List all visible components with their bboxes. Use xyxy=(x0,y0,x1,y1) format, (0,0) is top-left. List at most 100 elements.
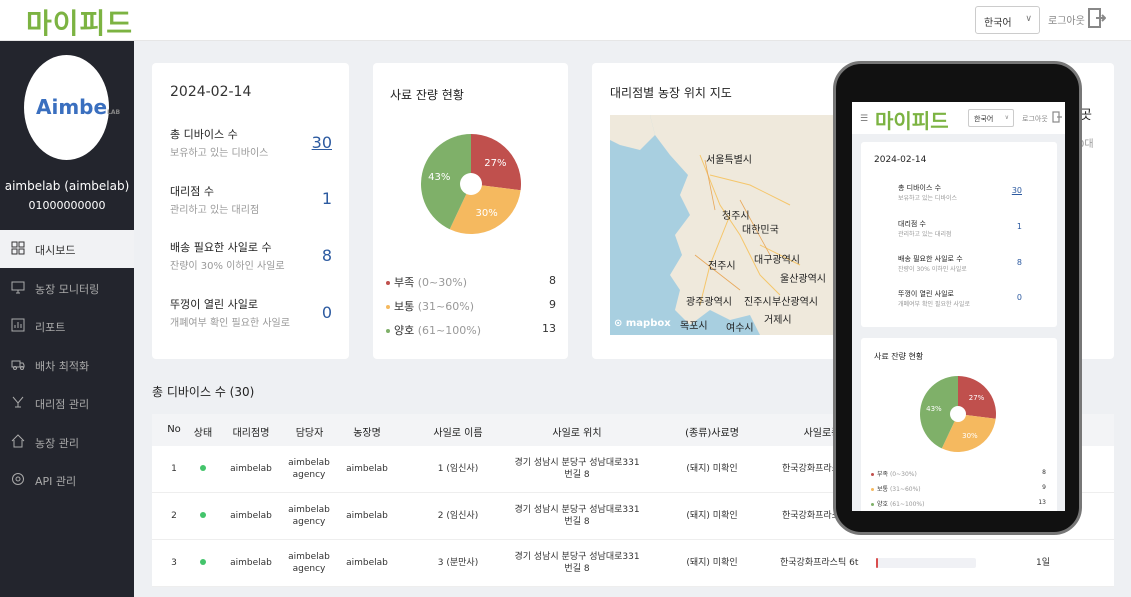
phone-summary-date: 2024-02-14 xyxy=(874,155,927,165)
phone-language-value: 한국어 xyxy=(974,115,994,123)
pie-slice-label: 27% xyxy=(484,158,506,169)
phone-feed-card: 사료 잔량 현황 27% 30% 43% 부족 (0~30%) 8 보통 (31~60… xyxy=(861,338,1057,511)
column-header[interactable]: 사일로 이름 xyxy=(428,424,488,439)
delivery-needed-count: 8 xyxy=(321,246,332,265)
cell-farm: aimbelab xyxy=(346,511,388,521)
phone-top-bar: ☰ 마이피드 한국어 ∨ 로그아웃 xyxy=(852,102,1065,134)
open-lid-count: 0 xyxy=(321,303,332,322)
phone-stat-title: 총 디바이스 수 xyxy=(898,184,942,192)
cell-location: 경기 성남시 분당구 성남대로331 번길 8 xyxy=(514,458,640,480)
farm-map[interactable]: 서울특별시 대한민국 청주시 대구광역시 전주시 울산광역시 광주광역시 진주시… xyxy=(610,115,836,335)
status-dot xyxy=(200,512,206,518)
language-select[interactable]: 한국어 ∨ xyxy=(975,6,1040,34)
phone-language-select[interactable]: 한국어 ∨ xyxy=(968,109,1014,127)
legend-dot xyxy=(871,503,874,506)
map-label-ulsan: 울산광역시 xyxy=(780,274,826,285)
cell-days: 1일 xyxy=(1035,558,1050,568)
sidebar-item-label: 대리점 관리 xyxy=(35,398,90,411)
legend-range: (0~30%) xyxy=(417,276,467,289)
legend-name: 양호 xyxy=(877,501,889,508)
phone-legend-item: 보통 (31~60%) 9 xyxy=(871,484,1046,493)
feed-level-bar xyxy=(876,558,976,568)
cell-feed: (돼지) 미확인 xyxy=(686,511,738,521)
cell-location: 경기 성남시 분당구 성남대로331 번길 8 xyxy=(514,505,640,527)
app-logo[interactable]: 마이피드 xyxy=(26,2,133,42)
cell-feed: (돼지) 미확인 xyxy=(686,558,738,568)
legend-item: 부족 (0~30%) 8 xyxy=(386,274,556,290)
legend-name: 보통 xyxy=(877,486,889,493)
sidebar-item-report[interactable]: 리포트 xyxy=(0,307,134,345)
legend-range: (0~30%) xyxy=(889,471,917,478)
phone-summary-card: 2024-02-14 총 디바이스 수 보유하고 있는 디바이스 30 대리점 … xyxy=(861,142,1057,327)
sidebar-item-label: 농장 모니터링 xyxy=(35,283,100,296)
truck-icon xyxy=(11,360,25,370)
cell-silo: 2 (임신사) xyxy=(437,511,479,521)
phone-stat-title: 뚜껑이 열린 사일로 xyxy=(898,290,954,298)
sidebar-item-dashboard[interactable]: 대시보드 xyxy=(0,230,134,268)
feed-status-card: 사료 잔량 현황 27% 30% 43% 부족 (0~30%) 8 보통 (31~6… xyxy=(373,63,568,359)
dashboard-icon xyxy=(11,241,25,255)
cell-farm: aimbelab xyxy=(346,464,388,474)
table-row[interactable]: 3 aimbelab aimbelab agency aimbelab 3 (분… xyxy=(152,540,1114,587)
sidebar-item-label: 대시보드 xyxy=(35,244,76,257)
cell-silo-type: 한국강화프라스틱 6t xyxy=(780,558,859,568)
sidebar-item-farm[interactable]: 농장 관리 xyxy=(0,423,134,461)
sidebar-item-label: 배차 최적화 xyxy=(35,360,90,373)
column-header[interactable]: 담당자 xyxy=(287,424,332,439)
user-phone: 01000000000 xyxy=(28,199,106,212)
monitor-icon xyxy=(11,281,25,294)
column-header[interactable]: 대리점명 xyxy=(226,424,276,439)
summary-date: 2024-02-14 xyxy=(170,84,252,100)
phone-delivery-count: 8 xyxy=(1016,258,1022,267)
sidebar-item-dispatch[interactable]: 배차 최적화 xyxy=(0,346,134,384)
chevron-down-icon: ∨ xyxy=(1004,114,1009,121)
user-name: aimbelab (aimbelab) xyxy=(4,179,130,193)
summary-card: 2024-02-14 총 디바이스 수 보유하고 있는 디바이스 30 대리점 … xyxy=(152,63,349,359)
logout-icon[interactable] xyxy=(1052,111,1062,123)
cell-location: 경기 성남시 분당구 성남대로331 번길 8 xyxy=(514,552,640,574)
stat-title: 뚜껑이 열린 사일로 xyxy=(170,298,258,311)
feed-pie-chart: 27% 30% 43% xyxy=(421,134,521,234)
phone-legend-item: 부족 (0~30%) 8 xyxy=(871,469,1046,478)
column-header[interactable]: No xyxy=(164,424,184,435)
logout-icon[interactable] xyxy=(1088,8,1106,28)
pie-slice-label: 43% xyxy=(428,172,450,183)
legend-value: 9 xyxy=(549,298,556,311)
menu-icon[interactable]: ☰ xyxy=(860,114,868,124)
column-header[interactable]: (종류)사료명 xyxy=(677,424,747,439)
column-header[interactable]: 사일로 위치 xyxy=(522,424,632,439)
map-label-yeosu: 여수시 xyxy=(726,323,754,334)
api-icon xyxy=(12,473,24,485)
phone-pie-center-hole xyxy=(950,406,966,422)
stat-subtitle: 관리하고 있는 대리점 xyxy=(170,205,260,216)
cell-manager: aimbelab agency xyxy=(288,505,330,527)
cell-silo: 1 (임신사) xyxy=(437,464,479,474)
cell-silo: 3 (분만사) xyxy=(437,558,479,568)
phone-stat-subtitle: 보유하고 있는 디바이스 xyxy=(898,195,958,202)
sidebar-item-agency[interactable]: 대리점 관리 xyxy=(0,384,134,422)
stat-subtitle: 보유하고 있는 디바이스 xyxy=(170,148,269,159)
language-value: 한국어 xyxy=(984,18,1012,29)
phone-stat-subtitle: 개폐여부 확인 필요한 사일로 xyxy=(898,301,970,308)
sidebar-item-label: API 관리 xyxy=(35,475,77,488)
legend-dot xyxy=(871,473,874,476)
phone-pie-slice-label: 30% xyxy=(962,432,978,440)
pie-center-hole xyxy=(460,173,482,195)
legend-value: 8 xyxy=(1042,469,1046,476)
map-label-daegu: 대구광역시 xyxy=(754,255,800,266)
phone-device-count-link[interactable]: 30 xyxy=(1002,186,1022,195)
phone-logout-link[interactable]: 로그아웃 xyxy=(1022,114,1048,124)
cell-agency: aimbelab xyxy=(230,511,272,521)
column-header[interactable]: 농장명 xyxy=(344,424,390,439)
sidebar-item-api[interactable]: API 관리 xyxy=(0,461,134,499)
cell-manager: aimbelab agency xyxy=(288,552,330,574)
mapbox-logo[interactable]: ⊙ mapbox xyxy=(614,318,671,329)
sidebar-item-monitoring[interactable]: 농장 모니터링 xyxy=(0,269,134,307)
phone-logo[interactable]: 마이피드 xyxy=(875,105,949,134)
phone-pie-chart: 27% 30% 43% xyxy=(920,376,996,452)
stat-subtitle: 개폐여부 확인 필요한 사일로 xyxy=(170,318,290,329)
device-count-link[interactable]: 30 xyxy=(292,133,332,152)
cell-manager: aimbelab agency xyxy=(288,458,330,480)
logout-link[interactable]: 로그아웃 xyxy=(1048,12,1085,27)
column-header[interactable]: 상태 xyxy=(190,424,216,439)
